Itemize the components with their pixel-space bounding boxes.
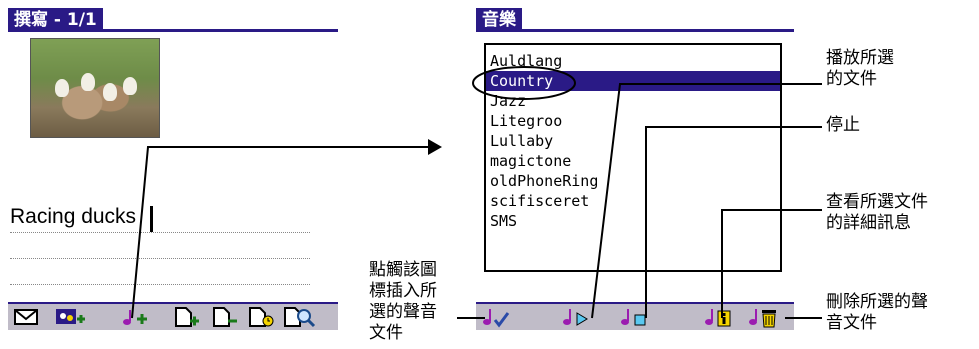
details-callout: 查看所選文件 的詳細訊息	[826, 192, 928, 233]
selection-oval	[472, 66, 576, 100]
delete-callout: 刪除所選的聲 音文件	[826, 292, 928, 333]
insert-callout: 點觸該圖 標插入所 選的聲音 文件	[369, 260, 437, 343]
stop-callout: 停止	[826, 115, 860, 135]
play-callout: 播放所選 的文件	[826, 48, 894, 89]
details-callout-line	[721, 209, 822, 318]
stop-callout-line	[645, 126, 822, 318]
play-callout-line	[591, 83, 822, 319]
arrowhead	[428, 139, 442, 155]
